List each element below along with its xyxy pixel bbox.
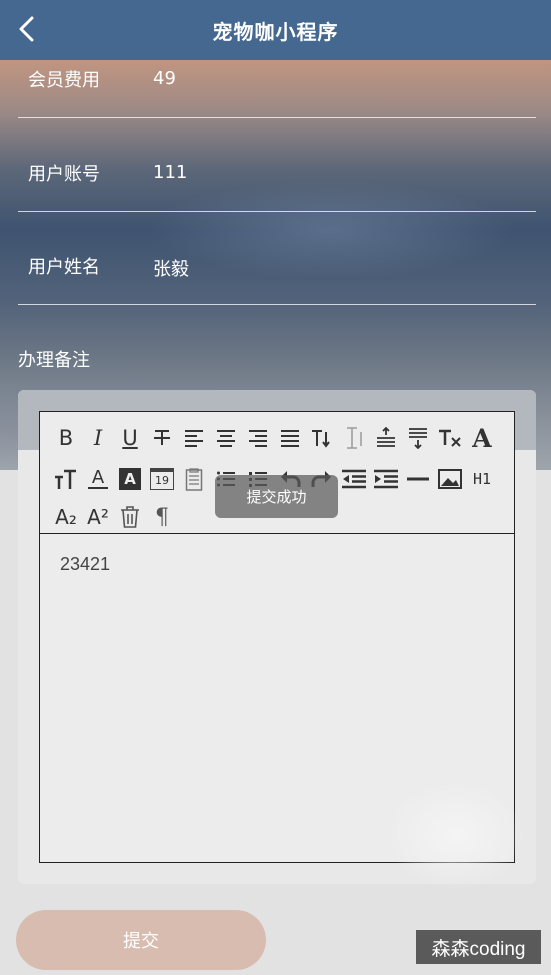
italic-icon[interactable]: I <box>82 423 114 453</box>
calendar-glyph: 19 <box>150 468 174 490</box>
calendar-icon[interactable]: 19 <box>146 464 178 494</box>
heading-icon[interactable]: H1 <box>466 464 498 494</box>
editor-content[interactable]: 23421 <box>60 554 110 575</box>
font-icon[interactable]: A <box>466 423 498 453</box>
subscript-icon[interactable]: A₂ <box>50 502 82 532</box>
light-glare <box>385 780 525 890</box>
field-label: 会员费用 <box>28 70 100 91</box>
superscript-glyph: A² <box>87 505 109 529</box>
trash-icon[interactable] <box>114 502 146 532</box>
field-label: 用户姓名 <box>28 257 100 278</box>
field-value[interactable]: 49 <box>153 68 176 89</box>
font-color-icon[interactable]: A <box>82 464 114 494</box>
field-value[interactable]: 111 <box>153 162 187 183</box>
subscript-glyph: A₂ <box>55 505 77 529</box>
align-justify-icon[interactable] <box>274 423 306 453</box>
clipboard-icon[interactable] <box>178 464 210 494</box>
field-label: 用户账号 <box>28 164 100 185</box>
font-color-glyph: A <box>91 467 105 488</box>
paragraph-glyph: ¶ <box>155 504 169 530</box>
field-member-fee: 会员费用 49 <box>18 24 536 118</box>
field-user-name: 用户姓名 张毅 <box>18 211 536 305</box>
outdent-icon[interactable] <box>338 464 370 494</box>
remark-label: 办理备注 <box>18 350 90 371</box>
align-right-icon[interactable] <box>242 423 274 453</box>
field-value[interactable]: 张毅 <box>153 255 189 281</box>
watermark: 森森coding <box>416 930 541 964</box>
space-below-icon[interactable] <box>402 423 434 453</box>
font-glyph: A <box>472 423 492 453</box>
superscript-icon[interactable]: A² <box>82 502 114 532</box>
indent-icon[interactable] <box>370 464 402 494</box>
text-direction-icon[interactable] <box>306 423 338 453</box>
space-above-icon[interactable] <box>370 423 402 453</box>
bold-icon[interactable]: B <box>50 423 82 453</box>
clear-format-icon[interactable] <box>434 423 466 453</box>
font-size-icon[interactable] <box>50 464 82 494</box>
bold-glyph: B <box>58 426 74 450</box>
align-left-icon[interactable] <box>178 423 210 453</box>
heading-glyph: H1 <box>472 470 492 488</box>
image-icon[interactable] <box>434 464 466 494</box>
background-color-icon[interactable]: A <box>114 464 146 494</box>
strikethrough-icon[interactable] <box>146 423 178 453</box>
italic-glyph: I <box>93 426 103 450</box>
underline-icon[interactable]: U <box>114 423 146 453</box>
underline-glyph: U <box>122 426 138 450</box>
horizontal-rule-icon[interactable] <box>402 464 434 494</box>
submit-button[interactable]: 提交 <box>16 910 266 970</box>
bg-color-glyph: A <box>119 468 141 490</box>
field-user-account: 用户账号 111 <box>18 118 536 212</box>
toast-message: 提交成功 <box>215 475 338 518</box>
align-center-icon[interactable] <box>210 423 242 453</box>
line-height-icon[interactable] <box>338 423 370 453</box>
paragraph-icon[interactable]: ¶ <box>146 502 178 532</box>
